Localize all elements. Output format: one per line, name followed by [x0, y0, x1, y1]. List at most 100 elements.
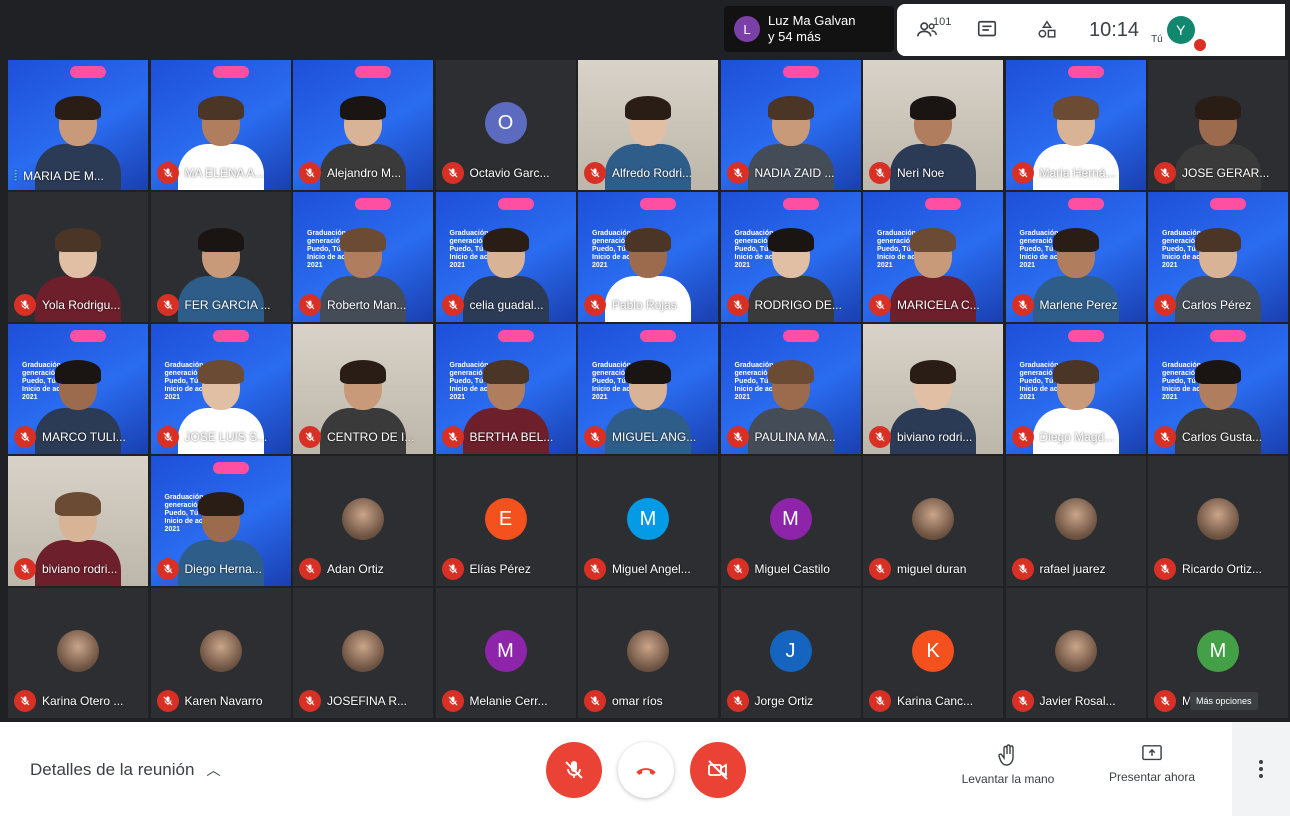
participant-name: Maria Herná...	[1039, 166, 1116, 180]
mic-off-icon	[20, 300, 30, 310]
mic-off-icon	[1160, 168, 1170, 178]
participant-tile[interactable]: omar ríos	[578, 588, 718, 718]
participant-tile[interactable]: E Elías Pérez	[435, 456, 576, 586]
participant-tile[interactable]: Graduación generación 2020 Yo Puedo, Tú …	[293, 192, 433, 322]
event-logo	[70, 66, 106, 78]
participant-tile[interactable]: Graduación generación 2020 Yo Puedo, Tú …	[435, 324, 576, 454]
participant-tile[interactable]: Graduación generación 2020 Yo Puedo, Tú …	[578, 192, 718, 322]
participant-avatar: J	[769, 630, 812, 672]
participant-tile[interactable]: O Octavio Garc...	[435, 60, 576, 190]
participant-tile[interactable]: Graduación generación 2020 Yo Puedo, Tú …	[863, 192, 1003, 322]
participant-tile[interactable]: Graduación generación 2020 Yo Puedo, Tú …	[8, 324, 148, 454]
activities-button[interactable]	[1017, 10, 1077, 50]
participant-tile[interactable]: JOSEFINA R...	[293, 588, 433, 718]
participant-tile[interactable]: Karina Otero ...	[8, 588, 148, 718]
participant-tile[interactable]: Karen Navarro	[150, 588, 291, 718]
participant-tile[interactable]: biviano rodri...	[8, 456, 148, 586]
participant-tile[interactable]: NADIA ZAID ...	[720, 60, 861, 190]
participant-name: Diego Magd...	[1039, 430, 1115, 444]
participant-avatar: M	[484, 630, 527, 672]
participant-name: Miguel Angel...	[612, 562, 691, 576]
participant-name: Carlos Gusta...	[1182, 430, 1263, 444]
participant-tile[interactable]: J Jorge Ortiz	[720, 588, 861, 718]
participant-avatar: O	[484, 102, 527, 144]
mic-off-icon	[590, 168, 600, 178]
mic-toggle-button[interactable]	[546, 742, 602, 798]
participant-name-label: rafael juarez	[1011, 558, 1106, 580]
hangup-button[interactable]	[618, 742, 674, 798]
speaker-more: y 54 más	[768, 29, 821, 44]
mic-off-icon	[733, 300, 742, 310]
muted-badge	[1154, 426, 1176, 448]
participant-name: Adan Ortiz	[327, 562, 384, 576]
muted-badge	[156, 426, 179, 448]
participant-tile[interactable]: ⦙ MARIA DE M...	[8, 60, 148, 190]
participant-tile[interactable]: M Melanie Cerr...	[435, 588, 576, 718]
participant-tile[interactable]: FER GARCIA ...	[150, 192, 291, 322]
participant-tile[interactable]: biviano rodri...	[863, 324, 1003, 454]
mic-off-icon	[565, 761, 583, 779]
shapes-icon	[1038, 20, 1056, 38]
muted-badge	[1011, 690, 1034, 712]
mic-off-icon	[875, 432, 885, 442]
participant-tile[interactable]: Neri Noe	[863, 60, 1003, 190]
participant-tile[interactable]: Graduación generación 2020 Yo Puedo, Tú …	[150, 456, 291, 586]
present-icon	[1142, 745, 1162, 761]
participant-name: JOSEFINA R...	[327, 694, 408, 708]
participant-tile[interactable]: Graduación generación 2020 Yo Puedo, Tú …	[150, 324, 291, 454]
participant-tile[interactable]: CENTRO DE I...	[293, 324, 433, 454]
participant-tile[interactable]: Maria Herná...	[1005, 60, 1146, 190]
mic-off-icon	[305, 432, 315, 442]
mic-off-icon	[20, 564, 30, 574]
participant-tile[interactable]: Graduación generación 2020 Yo Puedo, Tú …	[1148, 192, 1288, 322]
participant-tile[interactable]: Graduación generación 2020 Yo Puedo, Tú …	[720, 192, 861, 322]
participant-tile[interactable]: Graduación generación 2020 Yo Puedo, Tú …	[578, 324, 718, 454]
camera-toggle-button[interactable]	[690, 742, 746, 798]
more-options-button[interactable]	[1232, 722, 1290, 816]
chat-button[interactable]	[957, 10, 1017, 50]
participant-tile[interactable]: miguel duran	[863, 456, 1003, 586]
participant-name-label: MARCO TULI...	[14, 426, 126, 448]
active-speaker-chip[interactable]: L Luz Ma Galvan y 54 más	[724, 6, 894, 52]
participant-name: Marlene Perez	[1039, 298, 1118, 312]
participant-name-label: biviano rodri...	[869, 426, 972, 448]
participant-tile[interactable]: MA ELENA A...	[150, 60, 291, 190]
participant-tile[interactable]: M Miguel Angel...	[578, 456, 718, 586]
participant-tile[interactable]: M Miguel Castilo	[720, 456, 861, 586]
mic-off-icon	[733, 696, 742, 706]
mic-off-icon	[448, 696, 457, 706]
muted-badge	[726, 426, 749, 448]
participant-tile[interactable]: Javier Rosal...	[1005, 588, 1146, 718]
participant-tile[interactable]: Yola Rodrigu...	[8, 192, 148, 322]
participant-name: Karen Navarro	[184, 694, 263, 708]
participant-tile[interactable]: K Karina Canc...	[863, 588, 1003, 718]
present-now-button[interactable]: Presentar ahora	[1098, 744, 1206, 784]
muted-badge	[1154, 294, 1176, 316]
raise-hand-button[interactable]: Levantar la mano	[952, 744, 1064, 786]
participant-tile[interactable]: Adan Ortiz	[293, 456, 433, 586]
participant-tile[interactable]: Graduación generación 2020 Yo Puedo, Tú …	[720, 324, 861, 454]
participant-avatar: K	[912, 630, 954, 672]
participant-name: PAULINA MA...	[754, 430, 836, 444]
participant-tile[interactable]: Alejandro M...	[293, 60, 433, 190]
self-avatar[interactable]: Y	[1166, 16, 1207, 52]
event-logo	[212, 66, 249, 78]
participant-tile[interactable]: Graduación generación 2020 Yo Puedo, Tú …	[435, 192, 576, 322]
muted-badge	[869, 690, 891, 712]
people-button[interactable]: 101	[897, 10, 957, 50]
participant-name-label: JOSE GERAR...	[1154, 162, 1269, 184]
participant-tile[interactable]: rafael juarez	[1005, 456, 1146, 586]
participant-tile[interactable]: JOSE GERAR...	[1148, 60, 1288, 190]
participant-name: Miguel Castilo	[754, 562, 830, 576]
participant-tile[interactable]: Alfredo Rodri...	[578, 60, 718, 190]
participant-tile[interactable]: Graduación generación 2020 Yo Puedo, Tú …	[1005, 324, 1146, 454]
muted-badge	[441, 690, 464, 712]
participant-tile[interactable]: Graduación generación 2020 Yo Puedo, Tú …	[1148, 324, 1288, 454]
muted-badge	[869, 558, 891, 580]
mic-off-icon	[1160, 696, 1170, 706]
muted-badge	[299, 294, 321, 316]
participant-tile[interactable]: Graduación generación 2020 Yo Puedo, Tú …	[1005, 192, 1146, 322]
event-logo	[782, 330, 819, 342]
participant-tile[interactable]: Ricardo Ortiz...	[1148, 456, 1288, 586]
meeting-details-button[interactable]: Detalles de la reunión ︿	[30, 760, 220, 780]
